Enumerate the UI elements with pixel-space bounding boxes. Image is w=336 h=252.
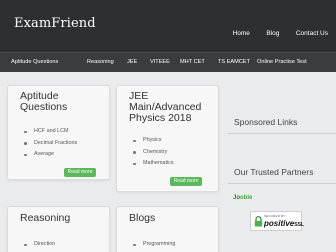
list-item[interactable]: Direction	[24, 239, 55, 251]
menu-jee[interactable]: JEE	[127, 59, 137, 65]
ssl-secured-by: SECURED BY	[264, 214, 286, 218]
read-more-button[interactable]: Read more	[170, 177, 202, 186]
card-reasoning: Reasoning Direction	[7, 206, 110, 252]
card-title[interactable]: JEE Main/Advanced Physics 2018	[129, 91, 219, 124]
card-title[interactable]: Aptitude Questions	[20, 91, 105, 113]
ssl-positive: positiveSSL	[264, 219, 304, 228]
card-blogs: Blogs Programming	[116, 206, 219, 252]
card-jee: JEE Main/Advanced Physics 2018 Physics C…	[116, 85, 219, 192]
list-item[interactable]: HCF and LCM	[24, 126, 77, 138]
card-list: HCF and LCM Decimal Fractions Average	[24, 126, 77, 161]
positive-ssl-badge[interactable]: SECURED BY positiveSSL	[250, 211, 304, 231]
menu-aptitude-questions[interactable]: Aptitude Questions	[11, 59, 58, 65]
sponsored-links-heading: Sponsored Links	[228, 117, 336, 134]
list-item[interactable]: Physics	[133, 135, 174, 147]
list-item[interactable]: Programming	[133, 239, 175, 251]
top-nav: Home Blog Contact Us	[221, 22, 328, 40]
category-menu: Aptitude Questions Reasoning JEE VITEEE …	[0, 52, 336, 72]
lock-icon	[254, 216, 263, 227]
card-title[interactable]: Blogs	[129, 213, 155, 224]
menu-online-practise-test[interactable]: Online Practise Test	[257, 59, 307, 65]
trusted-partners-heading: Our Trusted Partners	[228, 167, 336, 184]
card-list: Direction	[24, 239, 55, 251]
nav-contact[interactable]: Contact Us	[296, 30, 328, 37]
card-title[interactable]: Reasoning	[20, 213, 70, 224]
card-list: Programming	[133, 239, 175, 251]
site-logo[interactable]: ExamFriend	[14, 16, 96, 31]
menu-mht-cet[interactable]: MHT CET	[180, 59, 205, 65]
card-aptitude: Aptitude Questions HCF and LCM Decimal F…	[7, 85, 110, 180]
list-item[interactable]: Chemistry	[133, 147, 174, 159]
menu-ts-eamcet[interactable]: TS EAMCET	[218, 59, 250, 65]
jooble-logo[interactable]: Jooble	[233, 195, 252, 201]
menu-viteee[interactable]: VITEEE	[150, 59, 170, 65]
menu-reasoning[interactable]: Reasoning	[87, 59, 114, 65]
list-item[interactable]: Mathematics	[133, 158, 174, 170]
nav-home[interactable]: Home	[233, 30, 250, 37]
nav-blog[interactable]: Blog	[266, 30, 279, 37]
top-bar: ExamFriend Home Blog Contact Us	[0, 0, 336, 52]
card-list: Physics Chemistry Mathematics	[133, 135, 174, 170]
list-item[interactable]: Decimal Fractions	[24, 138, 77, 150]
list-item[interactable]: Average	[24, 149, 77, 161]
read-more-button[interactable]: Read more	[64, 168, 96, 177]
